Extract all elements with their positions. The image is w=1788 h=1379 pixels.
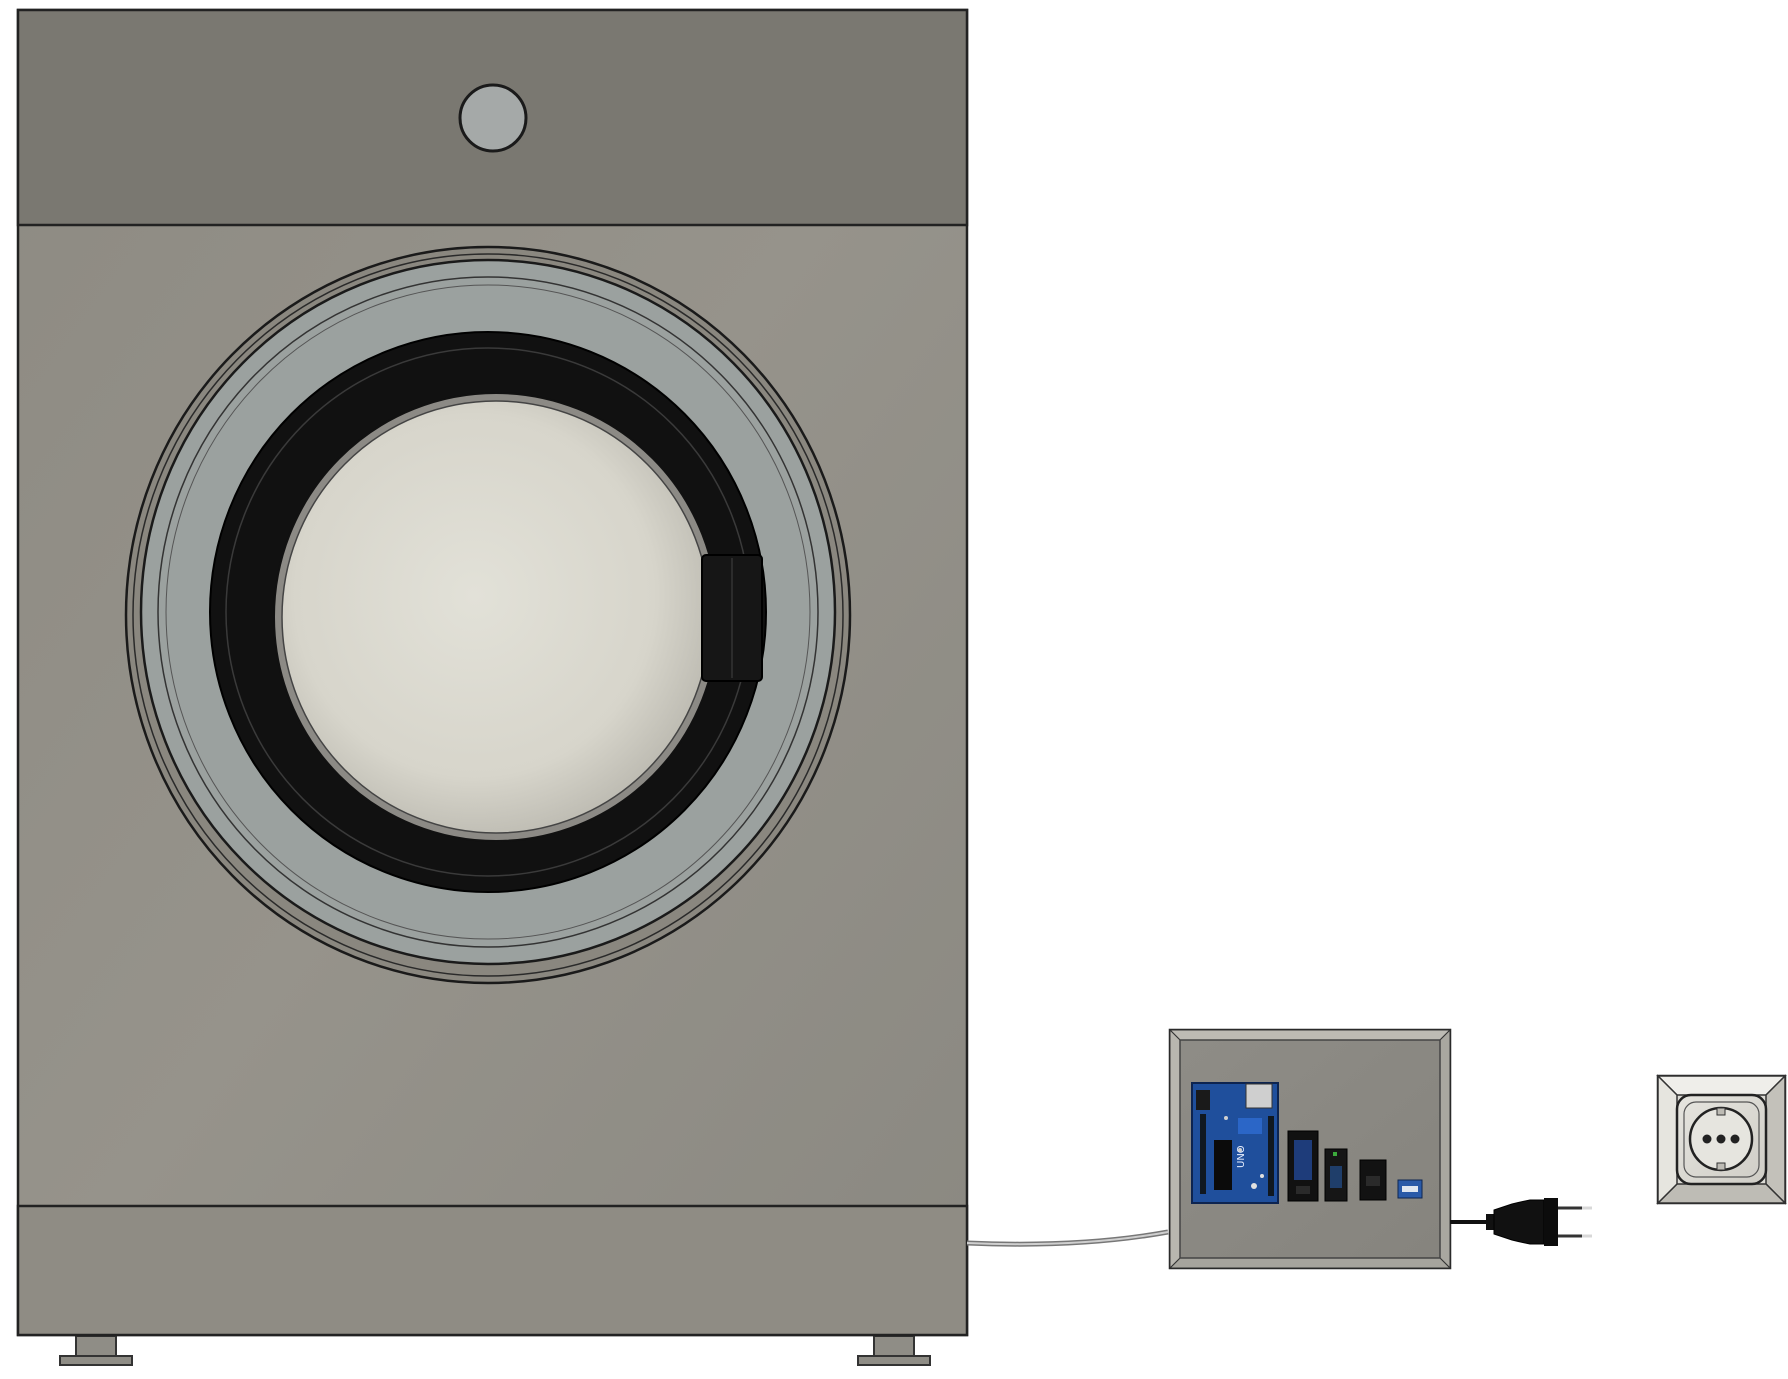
door-assembly[interactable] [124, 245, 852, 985]
program-knob[interactable] [458, 83, 528, 153]
socket-hole-right [1730, 1134, 1740, 1144]
machine-foot-right [857, 1335, 931, 1366]
door-handle[interactable] [701, 554, 763, 682]
power-plug [1450, 1198, 1592, 1246]
arduino-board: UNO [1191, 1082, 1279, 1204]
svg-text:UNO: UNO [1236, 1145, 1247, 1168]
washing-machine [16, 8, 969, 1366]
cad-scene: UNO [16, 8, 1787, 1366]
machine-bottom-panel [16, 1204, 969, 1337]
socket-hole-left [1702, 1134, 1712, 1144]
module-3 [1359, 1159, 1387, 1201]
usb-module [1397, 1179, 1423, 1199]
machine-foot-left [59, 1335, 133, 1366]
control-box: UNO [1168, 1028, 1452, 1270]
module-2 [1324, 1148, 1348, 1202]
wall-socket [1656, 1074, 1787, 1205]
socket-hole-center [1716, 1134, 1726, 1144]
module-1 [1287, 1130, 1319, 1202]
